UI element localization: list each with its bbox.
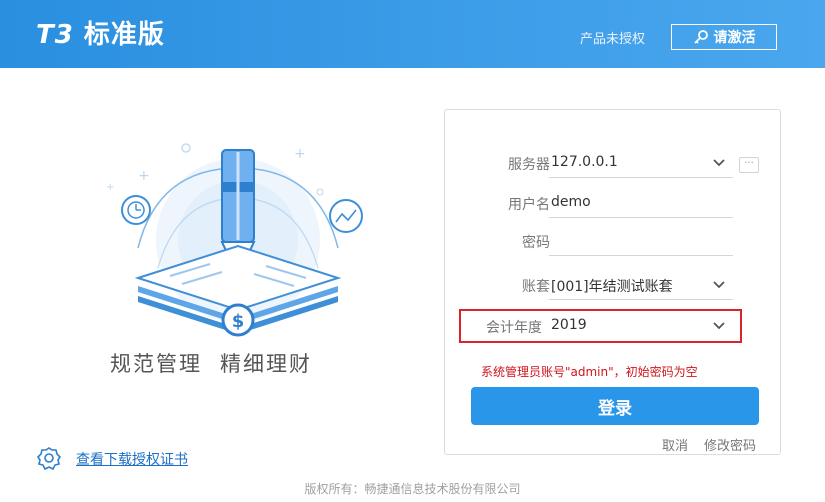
slogan-right: 精细理财 bbox=[220, 352, 312, 376]
login-window: T3 标准版 产品未授权 请激活 + + + $ 规范管理 精细理财 查看下载授… bbox=[0, 0, 825, 502]
password-input[interactable] bbox=[549, 226, 733, 256]
server-label: 服务器 bbox=[508, 157, 550, 173]
logo-mark: T3 bbox=[36, 20, 74, 50]
svg-text:+: + bbox=[138, 168, 150, 184]
slogan-left: 规范管理 bbox=[110, 352, 202, 376]
year-row: 会计年度 2019 bbox=[445, 311, 782, 341]
account-row: 账套 [001]年结测试账套 bbox=[445, 270, 782, 300]
svg-text:$: $ bbox=[232, 311, 245, 332]
activate-button[interactable]: 请激活 bbox=[671, 24, 777, 50]
password-label: 密码 bbox=[522, 235, 550, 251]
chevron-down-icon bbox=[713, 322, 725, 330]
slogan: 规范管理 精细理财 bbox=[110, 348, 312, 378]
license-status: 产品未授权 bbox=[580, 32, 646, 47]
year-label: 会计年度 bbox=[486, 320, 542, 336]
chevron-down-icon bbox=[713, 159, 725, 167]
panel-links: 取消 修改密码 bbox=[662, 435, 756, 454]
user-label: 用户名 bbox=[508, 197, 550, 213]
svg-text:+: + bbox=[294, 146, 306, 162]
account-value: [001]年结测试账套 bbox=[551, 279, 673, 295]
server-more-button[interactable]: ··· bbox=[739, 157, 759, 173]
copyright: 版权所有：畅捷通信息技术股份有限公司 bbox=[304, 482, 521, 496]
login-button[interactable]: 登录 bbox=[471, 387, 759, 425]
svg-text:+: + bbox=[106, 182, 114, 193]
cancel-link[interactable]: 取消 bbox=[662, 435, 688, 454]
chevron-down-icon bbox=[713, 281, 725, 289]
activate-label: 请激活 bbox=[713, 30, 756, 46]
login-panel: 服务器 127.0.0.1 ··· 用户名 demo 密码 账套 [001]年结… bbox=[444, 109, 781, 455]
year-select[interactable]: 2019 bbox=[549, 311, 733, 341]
server-select[interactable]: 127.0.0.1 bbox=[549, 148, 733, 178]
year-value: 2019 bbox=[551, 317, 587, 333]
header-bar: T3 标准版 产品未授权 请激活 bbox=[0, 0, 825, 68]
account-select[interactable]: [001]年结测试账套 bbox=[549, 270, 733, 300]
server-value: 127.0.0.1 bbox=[551, 154, 618, 170]
certificate-icon bbox=[36, 447, 62, 471]
server-row: 服务器 127.0.0.1 bbox=[445, 148, 782, 178]
username-input[interactable]: demo bbox=[549, 188, 733, 218]
view-license-label: 查看下载授权证书 bbox=[76, 452, 188, 468]
product-logo: T3 标准版 bbox=[36, 14, 165, 51]
password-row: 密码 bbox=[445, 226, 782, 256]
finance-illustration: + + + $ bbox=[106, 143, 363, 337]
key-icon bbox=[693, 30, 708, 44]
view-license-link[interactable]: 查看下载授权证书 bbox=[36, 446, 188, 472]
change-password-link[interactable]: 修改密码 bbox=[704, 435, 756, 454]
account-label: 账套 bbox=[522, 279, 550, 295]
admin-hint: 系统管理员账号"admin"，初始密码为空 bbox=[481, 365, 698, 379]
logo-text: 标准版 bbox=[83, 20, 165, 50]
user-row: 用户名 demo bbox=[445, 188, 782, 218]
